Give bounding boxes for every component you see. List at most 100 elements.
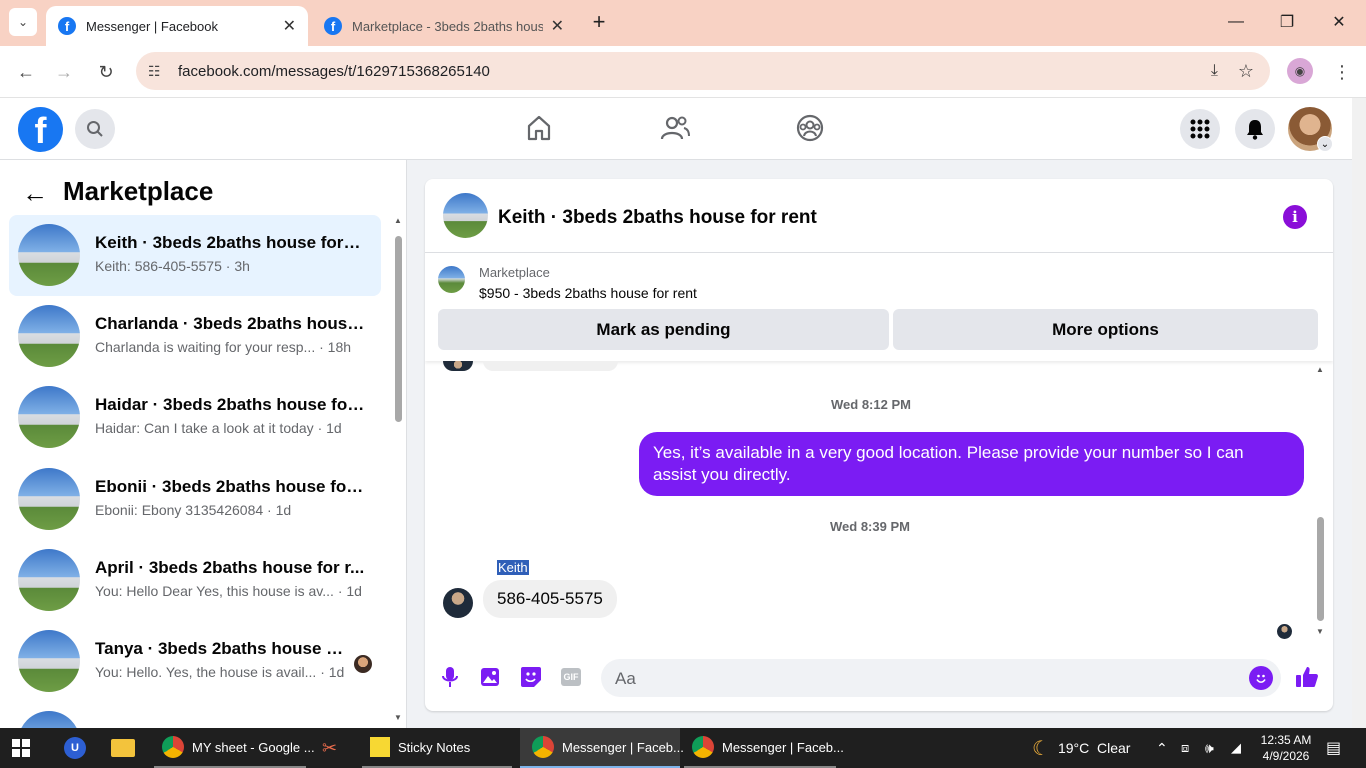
back-arrow-icon[interactable]: ←: [22, 178, 48, 209]
conversation-name: April · 3beds 2baths house for r...: [95, 558, 365, 577]
conversation-name: Charlanda · 3beds 2baths house ...: [95, 314, 365, 333]
message-input[interactable]: Aa: [601, 659, 1281, 697]
friends-icon[interactable]: [660, 113, 690, 143]
tab-marketplace[interactable]: f Marketplace - 3beds 2baths house ✕: [312, 6, 576, 46]
info-icon[interactable]: i: [1283, 205, 1307, 229]
sender-avatar-partial: [443, 361, 473, 371]
conversation-item[interactable]: Keith · 3beds 2baths house for r... Keit…: [9, 215, 381, 296]
tab-messenger[interactable]: f Messenger | Facebook ✕: [46, 6, 308, 46]
scroll-down-arrow-icon[interactable]: ▼: [394, 713, 402, 722]
page-scrollbar[interactable]: [1352, 98, 1366, 728]
profile-avatar-icon[interactable]: ◉: [1287, 58, 1313, 84]
notification-center-icon[interactable]: ▤: [1326, 728, 1341, 768]
outgoing-message-bubble[interactable]: Yes, it’s available in a very good locat…: [639, 432, 1304, 496]
chat-panel: Keith · 3beds 2baths house for rent i Ma…: [425, 179, 1333, 711]
taskbar-label: Sticky Notes: [398, 739, 471, 755]
network-icon[interactable]: ◢: [1231, 728, 1241, 768]
sender-avatar[interactable]: [443, 588, 473, 618]
listing-thumbnail: [18, 711, 80, 728]
listing-detail[interactable]: $950 - 3beds 2baths house for rent: [479, 285, 697, 301]
listing-thumbnail[interactable]: [438, 266, 465, 293]
more-options-button[interactable]: More options: [893, 309, 1318, 350]
minimize-button[interactable]: —: [1221, 8, 1251, 36]
sticker-icon[interactable]: [519, 665, 543, 689]
mark-as-pending-button[interactable]: Mark as pending: [438, 309, 889, 350]
listing-avatar[interactable]: [443, 193, 488, 238]
conversation-name: Keith · 3beds 2baths house for r...: [95, 233, 365, 252]
windows-taskbar: U MY sheet - Google ... ✂ Sticky Notes M…: [0, 728, 1366, 768]
scroll-up-arrow-icon[interactable]: ▲: [1316, 365, 1324, 374]
close-window-button[interactable]: ✕: [1324, 8, 1354, 36]
taskbar-app-messenger-1[interactable]: Messenger | Faceb...: [520, 728, 684, 768]
device-icon[interactable]: ⧈: [1181, 728, 1189, 768]
moon-icon: ☾: [1032, 737, 1050, 760]
chat-scrollbar[interactable]: ▲ ▼: [1315, 365, 1327, 639]
tab-title: Marketplace - 3beds 2baths house: [352, 18, 543, 34]
menu-dots-icon[interactable]: ⋮: [1328, 58, 1356, 86]
incoming-message-bubble[interactable]: 586-405-5575: [483, 580, 617, 618]
site-settings-icon[interactable]: ☷: [148, 63, 161, 80]
menu-grid-button[interactable]: [1180, 109, 1220, 149]
taskbar-app-chrome-sheet[interactable]: MY sheet - Google ...: [154, 728, 315, 768]
clock[interactable]: 12:35 AM 4/9/2026: [1256, 728, 1316, 768]
clock-date: 4/9/2026: [1262, 749, 1310, 763]
emoji-icon[interactable]: [1249, 666, 1273, 690]
start-button[interactable]: [12, 728, 30, 768]
address-bar[interactable]: ☷ facebook.com/messages/t/16297153682651…: [136, 52, 1270, 90]
scroll-up-arrow-icon[interactable]: ▲: [394, 216, 402, 225]
chrome-profile-icon: [692, 736, 714, 758]
back-button[interactable]: ←: [12, 58, 40, 86]
show-hidden-icons[interactable]: ⌃: [1156, 728, 1168, 768]
account-chevron-icon[interactable]: ⌄: [1317, 136, 1333, 152]
scroll-down-arrow-icon[interactable]: ▼: [1316, 627, 1324, 636]
facebook-logo-icon[interactable]: f: [18, 107, 63, 152]
conversation-item[interactable]: Tanya · 3beds 2baths house fo... You: He…: [9, 621, 381, 702]
reload-button[interactable]: ↻: [92, 58, 120, 86]
bookmark-star-icon[interactable]: ☆: [1238, 61, 1254, 82]
search-button[interactable]: [75, 109, 115, 149]
conversation-item[interactable]: Charlanda · 3beds 2baths house ... Charl…: [9, 296, 381, 377]
weather-text: 19°C Clear: [1057, 740, 1131, 756]
conversation-name: Tanya · 3beds 2baths house fo...: [95, 639, 345, 658]
close-tab-icon[interactable]: ✕: [551, 16, 564, 36]
groups-icon[interactable]: [795, 113, 825, 143]
new-tab-button[interactable]: +: [584, 8, 614, 36]
microphone-icon[interactable]: [438, 665, 462, 689]
gif-icon[interactable]: GIF: [559, 665, 583, 689]
photo-icon[interactable]: [478, 665, 502, 689]
close-tab-icon[interactable]: ✕: [283, 16, 296, 36]
conversation-item[interactable]: April · 3beds 2baths house for r... You:…: [9, 540, 381, 621]
sticky-notes-icon: [370, 737, 390, 757]
chat-title[interactable]: Keith · 3beds 2baths house for rent: [498, 207, 817, 229]
taskbar-app-snipping[interactable]: ✂: [322, 728, 337, 768]
chrome-icon: [162, 736, 184, 758]
tab-title: Messenger | Facebook: [86, 18, 218, 34]
weather-widget[interactable]: ☾ 19°C Clear: [1032, 728, 1130, 768]
taskbar-app-vpn[interactable]: U: [64, 728, 86, 768]
taskbar-app-messenger-2[interactable]: Messenger | Faceb...: [684, 728, 844, 768]
home-icon[interactable]: [524, 113, 554, 143]
message-input-placeholder: Aa: [615, 669, 636, 688]
restore-button[interactable]: ❐: [1272, 8, 1302, 36]
thumbs-up-icon[interactable]: [1294, 665, 1320, 689]
notifications-button[interactable]: [1235, 109, 1275, 149]
taskbar-app-file-explorer[interactable]: [111, 728, 135, 768]
tab-search-dropdown-icon[interactable]: ⌄: [9, 8, 37, 36]
conversation-name: Ebonii · 3beds 2baths house for ...: [95, 477, 365, 496]
scrollbar-thumb[interactable]: [1317, 517, 1324, 621]
browser-tabstrip: ⌄ f Messenger | Facebook ✕ f Marketplace…: [0, 0, 1366, 46]
scrollbar-thumb[interactable]: [395, 236, 402, 422]
conversation-item[interactable]: Haidar · 3beds 2baths house for ... Haid…: [9, 377, 381, 458]
listing-thumbnail: [18, 305, 80, 367]
install-icon[interactable]: ⤓: [1211, 62, 1218, 80]
seen-receipt-avatar: [1277, 624, 1292, 639]
conversation-item-partial[interactable]: [9, 702, 381, 728]
windows-logo-icon: [12, 739, 30, 757]
taskbar-app-sticky-notes[interactable]: Sticky Notes: [362, 728, 512, 768]
forward-button[interactable]: →: [50, 58, 78, 86]
url-text: facebook.com/messages/t/1629715368265140: [178, 62, 490, 80]
volume-icon[interactable]: 🕪: [1205, 728, 1214, 768]
conversation-item[interactable]: Ebonii · 3beds 2baths house for ... Ebon…: [9, 459, 381, 540]
facebook-header: f ⌄: [0, 98, 1352, 160]
conversation-list-scrollbar[interactable]: ▲ ▼: [394, 216, 402, 722]
